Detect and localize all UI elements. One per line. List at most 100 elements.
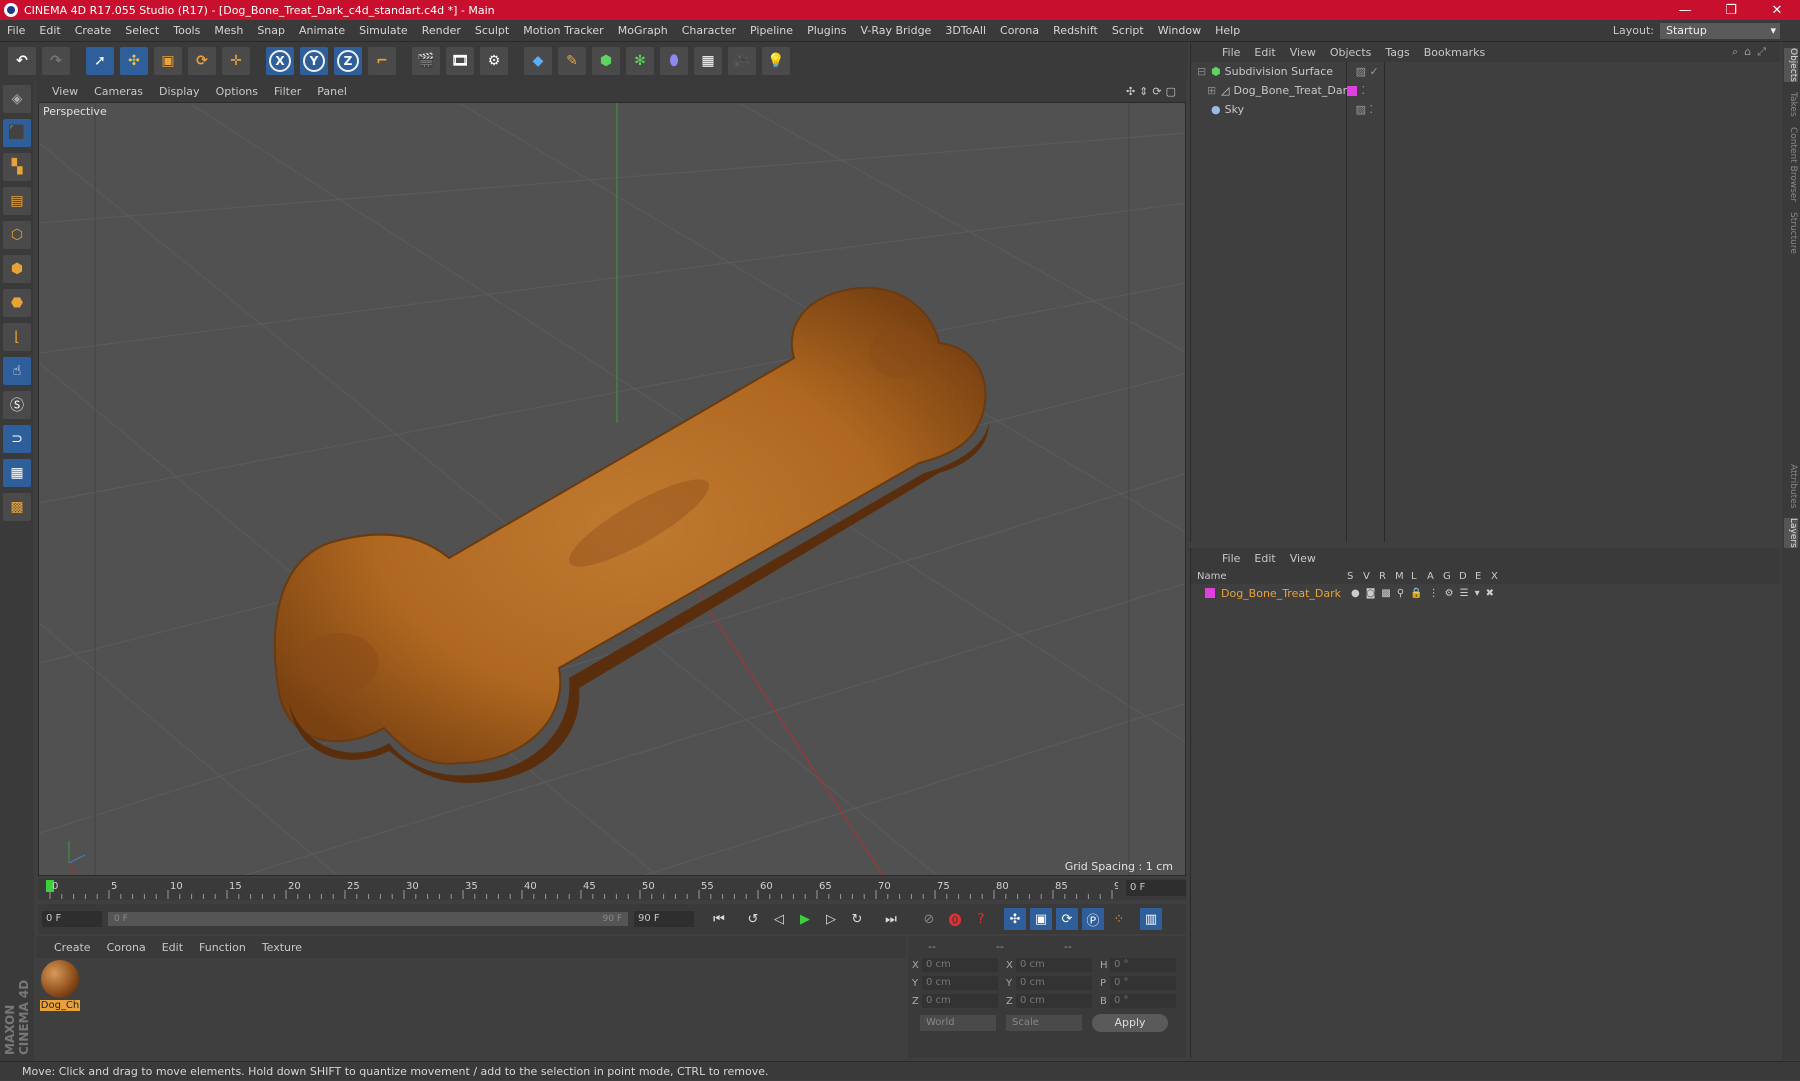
rotate-tool-icon[interactable]: ⟳	[188, 47, 216, 75]
menu-character[interactable]: Character	[675, 24, 743, 37]
visibility-dots-icon[interactable]: ⁚	[1361, 84, 1365, 97]
material-menu-create[interactable]: Create	[46, 941, 99, 954]
key-rotation-icon[interactable]: ⟳	[1056, 908, 1078, 930]
light-icon[interactable]: 💡	[762, 47, 790, 75]
points-mode-icon[interactable]: ⬡	[3, 221, 31, 249]
objmgr-search-home-icons[interactable]: ⌕⌂⤢	[1732, 45, 1772, 59]
menu-edit[interactable]: Edit	[32, 24, 67, 37]
material-menu-texture[interactable]: Texture	[254, 941, 310, 954]
visibility-dots-icon[interactable]: ▨ ⁚	[1356, 103, 1373, 116]
tab-layers[interactable]: Layers	[1784, 518, 1798, 548]
menu-sculpt[interactable]: Sculpt	[468, 24, 516, 37]
magnet-icon[interactable]: ⊃	[3, 425, 31, 453]
timeline-ruler[interactable]: 0 5 10 15 20 25 30 35 40 45 50 55 60 65 70 75 80 85 90 0 F	[38, 878, 1186, 900]
menu-tools[interactable]: Tools	[166, 24, 207, 37]
go-to-start-icon[interactable]: ⏮	[708, 908, 730, 930]
layer-col-g[interactable]: G	[1443, 571, 1459, 582]
expand-icon[interactable]: ⊞	[1207, 84, 1217, 97]
scale-tool-icon[interactable]: ▣	[154, 47, 182, 75]
menu-mesh[interactable]: Mesh	[207, 24, 250, 37]
object-row[interactable]: ● Sky ▨ ⁚	[1191, 100, 1780, 119]
layer-row[interactable]: Dog_Bone_Treat_Dark ●◙▩⚲🔒⋮⚙☰▾✖	[1191, 584, 1780, 602]
lock-workplane-icon[interactable]: ▦	[3, 459, 31, 487]
next-key-icon[interactable]: ↻	[846, 908, 868, 930]
tweak-mode-icon[interactable]: ☝	[3, 357, 31, 385]
edges-mode-icon[interactable]: ⬢	[3, 255, 31, 283]
key-position-icon[interactable]: ✣	[1004, 908, 1026, 930]
layer-col-x[interactable]: X	[1491, 571, 1507, 582]
menu-corona[interactable]: Corona	[993, 24, 1046, 37]
tab-objects[interactable]: Objects	[1784, 48, 1798, 83]
render-view-icon[interactable]: 🎬	[412, 47, 440, 75]
cube-object-icon[interactable]: ◆	[524, 47, 552, 75]
viewport-menu-options[interactable]: Options	[208, 85, 266, 98]
menu-vray-bridge[interactable]: V-Ray Bridge	[853, 24, 938, 37]
snap-icon[interactable]: Ⓢ	[3, 391, 31, 419]
texture-mode-icon[interactable]: ▚	[3, 153, 31, 181]
menu-animate[interactable]: Animate	[292, 24, 352, 37]
y-axis-lock-icon[interactable]: Y	[300, 47, 328, 75]
position-x-field[interactable]: 0 cm	[922, 958, 998, 972]
objmgr-menu-bookmarks[interactable]: Bookmarks	[1417, 46, 1492, 59]
menu-help[interactable]: Help	[1208, 24, 1247, 37]
planar-workplane-icon[interactable]: ▩	[3, 493, 31, 521]
menu-script[interactable]: Script	[1105, 24, 1151, 37]
object-row[interactable]: ⊞ ◿ Dog_Bone_Treat_Dark ⁚	[1191, 81, 1780, 100]
layer-color-swatch[interactable]	[1347, 85, 1358, 96]
objmgr-menu-objects[interactable]: Objects	[1323, 46, 1379, 59]
tab-attributes[interactable]: Attributes	[1784, 464, 1798, 508]
dog-bone-model[interactable]	[273, 286, 989, 783]
layer-col-m[interactable]: M	[1395, 571, 1411, 582]
coordinate-system-dropdown[interactable]: World	[920, 1015, 996, 1031]
material-menu-edit[interactable]: Edit	[154, 941, 191, 954]
workplane-icon[interactable]: ▤	[3, 187, 31, 215]
undo-icon[interactable]: ↶	[8, 47, 36, 75]
objmgr-menu-view[interactable]: View	[1283, 46, 1323, 59]
layer-col-a[interactable]: A	[1427, 571, 1443, 582]
tab-structure[interactable]: Structure	[1784, 212, 1798, 254]
menu-render[interactable]: Render	[415, 24, 468, 37]
object-row[interactable]: ⊟ ⬢ Subdivision Surface ▨ ✓	[1191, 62, 1780, 81]
layer-col-r[interactable]: R	[1379, 571, 1395, 582]
model-mode-icon[interactable]: ◈	[3, 85, 31, 113]
menu-redshift[interactable]: Redshift	[1046, 24, 1105, 37]
deformer-icon[interactable]: ⬮	[660, 47, 688, 75]
layer-toggle-icons[interactable]: ●◙▩⚲🔒⋮⚙☰▾✖	[1351, 588, 1500, 599]
maximize-button[interactable]: ❐	[1708, 3, 1754, 18]
key-pla-icon[interactable]: ⁘	[1108, 908, 1130, 930]
layer-col-d[interactable]: D	[1459, 571, 1475, 582]
frame-range-slider[interactable]: 0 F 90 F	[108, 912, 628, 926]
rotation-p-field[interactable]: 0 °	[1110, 976, 1176, 990]
menu-window[interactable]: Window	[1151, 24, 1208, 37]
key-parameter-icon[interactable]: Ⓟ	[1082, 908, 1104, 930]
layout-dropdown[interactable]: Startup	[1660, 22, 1780, 39]
menu-file[interactable]: File	[0, 24, 32, 37]
size-y-field[interactable]: 0 cm	[1016, 976, 1092, 990]
go-to-end-icon[interactable]: ⏭	[880, 908, 902, 930]
size-z-field[interactable]: 0 cm	[1016, 994, 1092, 1008]
minimize-button[interactable]: —	[1662, 3, 1708, 18]
redo-icon[interactable]: ↷	[42, 47, 70, 75]
floor-environment-icon[interactable]: ▦	[694, 47, 722, 75]
x-axis-lock-icon[interactable]: X	[266, 47, 294, 75]
previous-key-icon[interactable]: ↺	[742, 908, 764, 930]
transform-tool-icon[interactable]: ✛	[222, 47, 250, 75]
layer-col-s[interactable]: S	[1347, 571, 1363, 582]
end-frame-field[interactable]: 90 F	[634, 911, 694, 927]
menu-snap[interactable]: Snap	[250, 24, 292, 37]
size-x-field[interactable]: 0 cm	[1016, 958, 1092, 972]
menu-mograph[interactable]: MoGraph	[611, 24, 675, 37]
close-button[interactable]: ✕	[1754, 3, 1800, 18]
pen-spline-icon[interactable]: ✎	[558, 47, 586, 75]
z-axis-lock-icon[interactable]: Z	[334, 47, 362, 75]
layer-color-swatch[interactable]	[1205, 588, 1215, 598]
keyframe-help-icon[interactable]: ?	[970, 908, 992, 930]
visibility-dots-icon[interactable]: ▨ ✓	[1356, 65, 1379, 78]
menu-motion-tracker[interactable]: Motion Tracker	[516, 24, 610, 37]
layermgr-menu-edit[interactable]: Edit	[1247, 552, 1282, 565]
make-editable-icon[interactable]: ⬛	[3, 119, 31, 147]
material-menu-corona[interactable]: Corona	[99, 941, 154, 954]
key-scale-icon[interactable]: ▣	[1030, 908, 1052, 930]
viewport-navigation-icons[interactable]: ✣⇕⟳▢	[1126, 85, 1180, 98]
next-frame-icon[interactable]: ▷	[820, 908, 842, 930]
